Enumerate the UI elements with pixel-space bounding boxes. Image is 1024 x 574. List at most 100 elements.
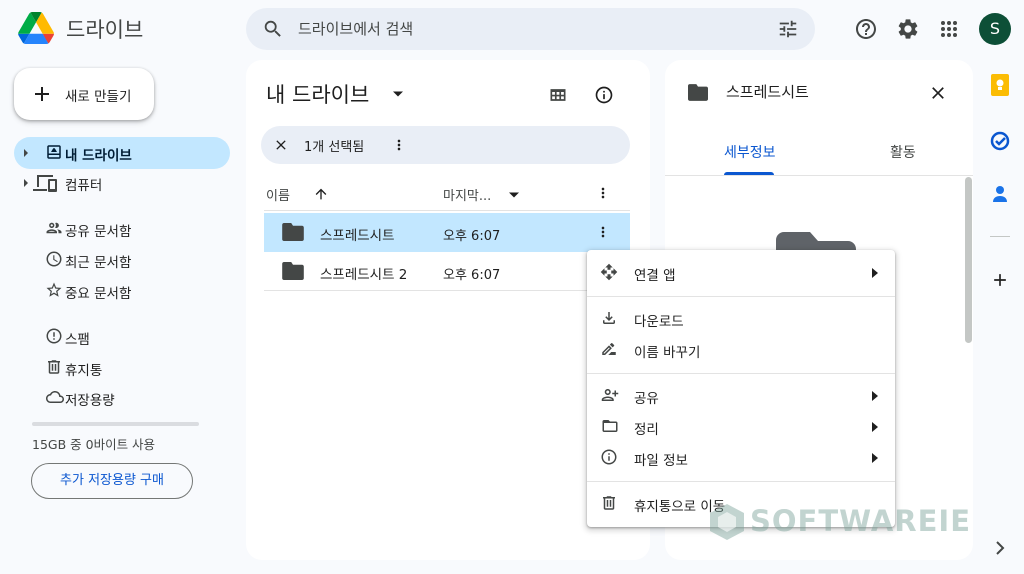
page-title[interactable]: 내 드라이브 bbox=[266, 79, 369, 109]
menu-item-rename[interactable]: 이름 바꾸기 bbox=[587, 334, 895, 365]
sidebar-item-label: 내 드라이브 bbox=[65, 148, 132, 164]
contacts-icon[interactable] bbox=[990, 184, 1010, 204]
sort-arrow-up-icon[interactable] bbox=[313, 186, 329, 202]
menu-divider bbox=[587, 373, 895, 374]
spam-icon bbox=[45, 327, 63, 345]
tasks-icon[interactable] bbox=[990, 131, 1010, 151]
sidebar-item-label: 공유 문서함 bbox=[65, 224, 132, 240]
sidebar-item-label: 스팸 bbox=[65, 332, 90, 348]
avatar[interactable]: S bbox=[979, 13, 1011, 45]
submenu-arrow-icon bbox=[871, 391, 879, 401]
menu-item-label: 연결 앱 bbox=[634, 268, 676, 284]
new-button-label: 새로 만들기 bbox=[65, 89, 132, 105]
help-icon[interactable] bbox=[854, 17, 878, 41]
file-modified-time: 오후 6:07 bbox=[443, 268, 501, 283]
sidebar-item-computers[interactable]: 컴퓨터 bbox=[14, 167, 230, 199]
trash-icon bbox=[600, 494, 618, 512]
watermark-text: SOFTWAREIE bbox=[750, 504, 972, 538]
sidebar-item-my-drive[interactable]: 내 드라이브 bbox=[14, 137, 230, 169]
clock-icon bbox=[45, 250, 63, 268]
star-icon bbox=[45, 281, 63, 299]
folder-icon bbox=[282, 262, 304, 280]
tabs-divider bbox=[665, 175, 973, 176]
sidebar-item-spam[interactable]: 스팸 bbox=[14, 321, 230, 353]
sidebar-item-label: 휴지통 bbox=[65, 363, 103, 379]
search-icon[interactable] bbox=[262, 18, 284, 40]
folder-icon bbox=[688, 84, 708, 101]
drive-logo-icon[interactable] bbox=[18, 12, 54, 44]
header-divider bbox=[264, 210, 630, 211]
open-with-icon bbox=[600, 263, 618, 281]
sidebar-item-label: 저장용량 bbox=[65, 393, 115, 409]
info-icon bbox=[600, 448, 618, 466]
menu-item-download[interactable]: 다운로드 bbox=[587, 303, 895, 334]
sidebar-item-shared[interactable]: 공유 문서함 bbox=[14, 213, 230, 245]
close-icon[interactable] bbox=[273, 137, 289, 153]
sidebar-item-starred[interactable]: 중요 문서함 bbox=[14, 275, 230, 307]
table-row[interactable]: 스프레드시트 오후 6:07 bbox=[264, 213, 630, 252]
search-bar[interactable] bbox=[246, 8, 815, 50]
buy-storage-button[interactable]: 추가 저장용량 구매 bbox=[31, 463, 193, 499]
watermark-logo-icon bbox=[710, 504, 744, 540]
sidebar-item-label: 최근 문서함 bbox=[65, 255, 132, 271]
grid-view-icon[interactable] bbox=[548, 85, 568, 105]
chevron-right-icon[interactable] bbox=[994, 541, 1006, 555]
app-title[interactable]: 드라이브 bbox=[66, 14, 143, 44]
search-options-icon[interactable] bbox=[777, 18, 799, 40]
computer-icon bbox=[33, 173, 57, 193]
folder-icon bbox=[282, 223, 304, 241]
keep-icon[interactable] bbox=[990, 74, 1010, 96]
menu-item-file-info[interactable]: 파일 정보 bbox=[587, 442, 895, 473]
sidebar-item-label: 중요 문서함 bbox=[65, 286, 132, 302]
rail-divider bbox=[990, 236, 1010, 237]
submenu-arrow-icon bbox=[871, 422, 879, 432]
menu-item-open-with[interactable]: 연결 앱 bbox=[587, 257, 895, 288]
share-person-icon bbox=[600, 386, 620, 404]
plus-icon bbox=[30, 82, 54, 106]
more-vert-icon[interactable] bbox=[391, 136, 407, 154]
caret-right-icon[interactable] bbox=[22, 179, 30, 187]
sidebar-item-storage[interactable]: 저장용량 bbox=[14, 382, 230, 414]
menu-item-label: 파일 정보 bbox=[634, 453, 688, 469]
menu-item-label: 공유 bbox=[634, 391, 659, 407]
storage-progress-bar bbox=[32, 422, 199, 426]
file-name: 스프레드시트 bbox=[320, 228, 395, 244]
organize-folder-icon bbox=[600, 417, 620, 435]
menu-item-label: 다운로드 bbox=[634, 314, 684, 330]
column-header-modified[interactable]: 마지막... bbox=[443, 185, 491, 204]
caret-right-icon[interactable] bbox=[22, 149, 30, 157]
shared-people-icon bbox=[45, 219, 63, 237]
menu-divider bbox=[587, 481, 895, 482]
submenu-arrow-icon bbox=[871, 268, 879, 278]
scrollbar[interactable] bbox=[965, 177, 972, 343]
menu-divider bbox=[587, 296, 895, 297]
trash-icon bbox=[45, 358, 63, 376]
plus-icon[interactable] bbox=[990, 270, 1010, 290]
search-input[interactable] bbox=[298, 16, 738, 42]
close-icon[interactable] bbox=[928, 83, 948, 103]
caret-down-icon[interactable] bbox=[508, 191, 520, 199]
file-name: 스프레드시트 2 bbox=[320, 267, 408, 283]
tab-details[interactable]: 세부정보 bbox=[724, 142, 776, 162]
selection-count: 1개 선택됨 bbox=[304, 140, 365, 155]
caret-down-icon[interactable] bbox=[392, 90, 404, 98]
new-button[interactable]: 새로 만들기 bbox=[14, 68, 154, 120]
storage-usage-text: 15GB 중 0바이트 사용 bbox=[32, 437, 156, 452]
info-icon[interactable] bbox=[594, 85, 614, 105]
tab-activity[interactable]: 활동 bbox=[890, 142, 916, 162]
submenu-arrow-icon bbox=[871, 453, 879, 463]
sidebar-item-recent[interactable]: 최근 문서함 bbox=[14, 244, 230, 276]
sidebar-item-trash[interactable]: 휴지통 bbox=[14, 352, 230, 384]
apps-grid-icon[interactable] bbox=[937, 17, 961, 41]
column-header-name[interactable]: 이름 bbox=[266, 185, 290, 204]
more-vert-icon[interactable] bbox=[595, 184, 611, 202]
menu-item-share[interactable]: 공유 bbox=[587, 380, 895, 411]
selection-bar: 1개 선택됨 bbox=[261, 126, 630, 164]
more-vert-icon[interactable] bbox=[595, 223, 611, 241]
menu-item-label: 정리 bbox=[634, 422, 659, 438]
menu-item-organize[interactable]: 정리 bbox=[587, 411, 895, 442]
my-drive-icon bbox=[45, 143, 63, 161]
sidebar-item-label: 컴퓨터 bbox=[65, 178, 103, 194]
gear-icon[interactable] bbox=[896, 17, 920, 41]
table-row[interactable]: 스프레드시트 2 오후 6:07 bbox=[264, 252, 630, 291]
